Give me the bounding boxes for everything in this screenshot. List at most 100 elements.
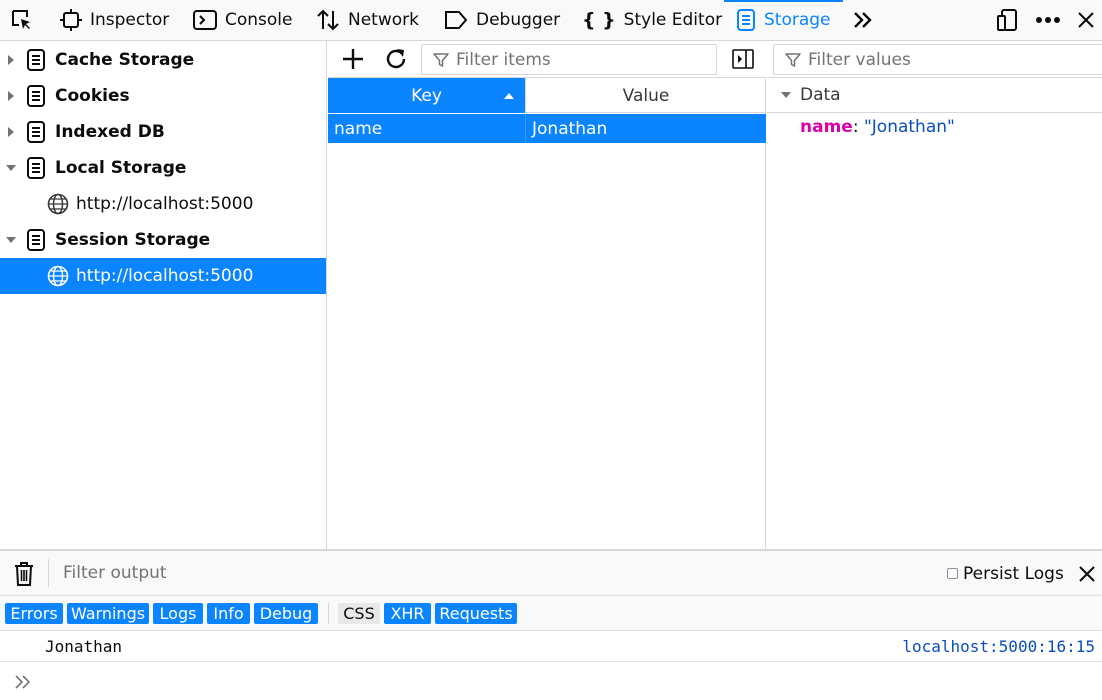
column-label: Key — [411, 85, 442, 106]
expanded-arrow-icon — [6, 237, 16, 243]
console-icon — [193, 10, 217, 30]
tab-label: Debugger — [476, 10, 561, 30]
style-editor-icon: { } — [582, 9, 616, 31]
filter-values-placeholder: Filter values — [808, 49, 911, 70]
table-toolbar: Filter items — [328, 41, 766, 78]
tree-item-label: Indexed DB — [55, 122, 165, 142]
storage-tree: Cache Storage Cookies Indexed DB Local S… — [0, 41, 327, 549]
database-icon — [27, 49, 45, 71]
filter-requests[interactable]: Requests — [435, 603, 517, 624]
more-tools-button[interactable] — [852, 0, 874, 40]
toggle-sidebar-icon[interactable] — [732, 49, 754, 69]
database-icon — [27, 121, 45, 143]
variables-sidebar: Filter values Data name: "Jonathan" — [767, 41, 1102, 549]
storage-icon — [737, 9, 755, 31]
tab-inspector[interactable]: Inspector — [60, 0, 169, 40]
close-icon — [1078, 12, 1094, 28]
toolbar-divider — [48, 559, 49, 587]
persist-logs-label: Persist Logs — [963, 563, 1064, 584]
chevrons-right-icon — [854, 12, 872, 28]
column-header-value[interactable]: Value — [525, 78, 766, 113]
filter-values-input[interactable]: Filter values — [773, 44, 1102, 75]
storage-table-panel: Filter items Key Value name Jonathan — [328, 41, 766, 549]
tree-item-local-storage[interactable]: Local Storage — [0, 150, 326, 186]
filter-warnings[interactable]: Warnings — [67, 603, 149, 624]
console-message-location[interactable]: localhost:5000:16:15 — [902, 637, 1095, 656]
ellipsis-icon — [1036, 17, 1060, 23]
devtools-toolbar: Inspector Console Network Debugger { } S… — [0, 0, 1102, 41]
detail-toolbar: Filter values — [767, 41, 1102, 78]
filter-icon — [433, 52, 449, 67]
refresh-icon[interactable] — [384, 47, 408, 71]
tree-item-label: http://localhost:5000 — [76, 266, 254, 286]
filter-items-input[interactable]: Filter items — [421, 44, 717, 75]
persist-logs-toggle[interactable]: Persist Logs — [947, 551, 1064, 596]
tab-label: Console — [225, 10, 293, 30]
responsive-design-icon — [997, 9, 1017, 31]
tab-label: Inspector — [90, 10, 170, 30]
console-input[interactable] — [0, 662, 1102, 700]
debugger-icon — [445, 11, 468, 29]
property-row[interactable]: name: "Jonathan" — [800, 117, 955, 137]
filter-divider — [328, 603, 329, 624]
tab-storage[interactable]: Storage — [724, 0, 842, 40]
cell-key: name — [334, 118, 383, 139]
trash-icon[interactable] — [13, 561, 35, 587]
section-title: Data — [800, 85, 841, 105]
filter-debug[interactable]: Debug — [254, 603, 318, 624]
filter-errors[interactable]: Errors — [5, 603, 63, 624]
filter-xhr[interactable]: XHR — [384, 603, 431, 624]
filter-items-placeholder: Filter items — [456, 49, 551, 70]
console-filter-input[interactable]: Filter output — [63, 563, 167, 583]
close-devtools-button[interactable] — [1077, 0, 1095, 40]
tree-item-local-storage-origin[interactable]: http://localhost:5000 — [0, 186, 326, 222]
property-name: name — [800, 117, 853, 137]
collapsed-arrow-icon — [8, 127, 14, 137]
tab-label: Style Editor — [623, 10, 723, 30]
element-picker-button[interactable] — [10, 0, 34, 40]
options-menu-button[interactable] — [1035, 0, 1061, 40]
tab-style-editor[interactable]: { } Style Editor — [582, 0, 722, 40]
responsive-mode-button[interactable] — [997, 0, 1019, 40]
filter-info[interactable]: Info — [207, 603, 250, 624]
sort-ascending-icon — [504, 93, 514, 99]
column-label: Value — [622, 85, 670, 106]
table-row[interactable]: name Jonathan — [328, 114, 766, 143]
property-value: "Jonathan" — [863, 117, 955, 137]
property-separator: : — [852, 117, 859, 137]
tree-item-session-storage-origin[interactable]: http://localhost:5000 — [0, 258, 326, 294]
filter-css[interactable]: CSS — [338, 603, 380, 624]
tree-item-session-storage[interactable]: Session Storage — [0, 222, 326, 258]
filter-logs[interactable]: Logs — [153, 603, 203, 624]
data-section-header[interactable]: Data — [767, 78, 1102, 113]
database-icon — [27, 229, 45, 251]
console-toolbar: Filter output Persist Logs — [0, 551, 1102, 596]
element-picker-icon — [12, 10, 30, 29]
tab-label: Storage — [764, 10, 831, 30]
globe-icon — [47, 265, 69, 287]
filter-icon — [785, 52, 801, 67]
cell-value: Jonathan — [525, 114, 766, 143]
close-icon[interactable] — [1078, 565, 1096, 583]
inspector-icon — [60, 9, 82, 31]
globe-icon — [47, 193, 69, 215]
tree-item-cache-storage[interactable]: Cache Storage — [0, 42, 326, 78]
tree-item-label: Cookies — [55, 86, 130, 106]
expanded-arrow-icon — [6, 165, 16, 171]
collapsed-arrow-icon — [8, 91, 14, 101]
tree-item-indexed-db[interactable]: Indexed DB — [0, 114, 326, 150]
console-message-text: Jonathan — [45, 637, 123, 656]
column-header-key[interactable]: Key — [328, 78, 525, 113]
chevrons-right-icon — [15, 675, 31, 689]
expanded-arrow-icon — [781, 92, 791, 98]
table-header: Key Value — [328, 78, 766, 113]
tab-label: Network — [348, 10, 419, 30]
tree-item-cookies[interactable]: Cookies — [0, 78, 326, 114]
collapsed-arrow-icon — [8, 55, 14, 65]
tab-console[interactable]: Console — [193, 0, 293, 40]
tab-debugger[interactable]: Debugger — [444, 0, 560, 40]
tab-network[interactable]: Network — [316, 0, 419, 40]
persist-logs-checkbox[interactable] — [947, 568, 958, 579]
add-item-icon[interactable] — [341, 47, 365, 71]
console-message: Jonathan localhost:5000:16:15 — [0, 631, 1102, 662]
